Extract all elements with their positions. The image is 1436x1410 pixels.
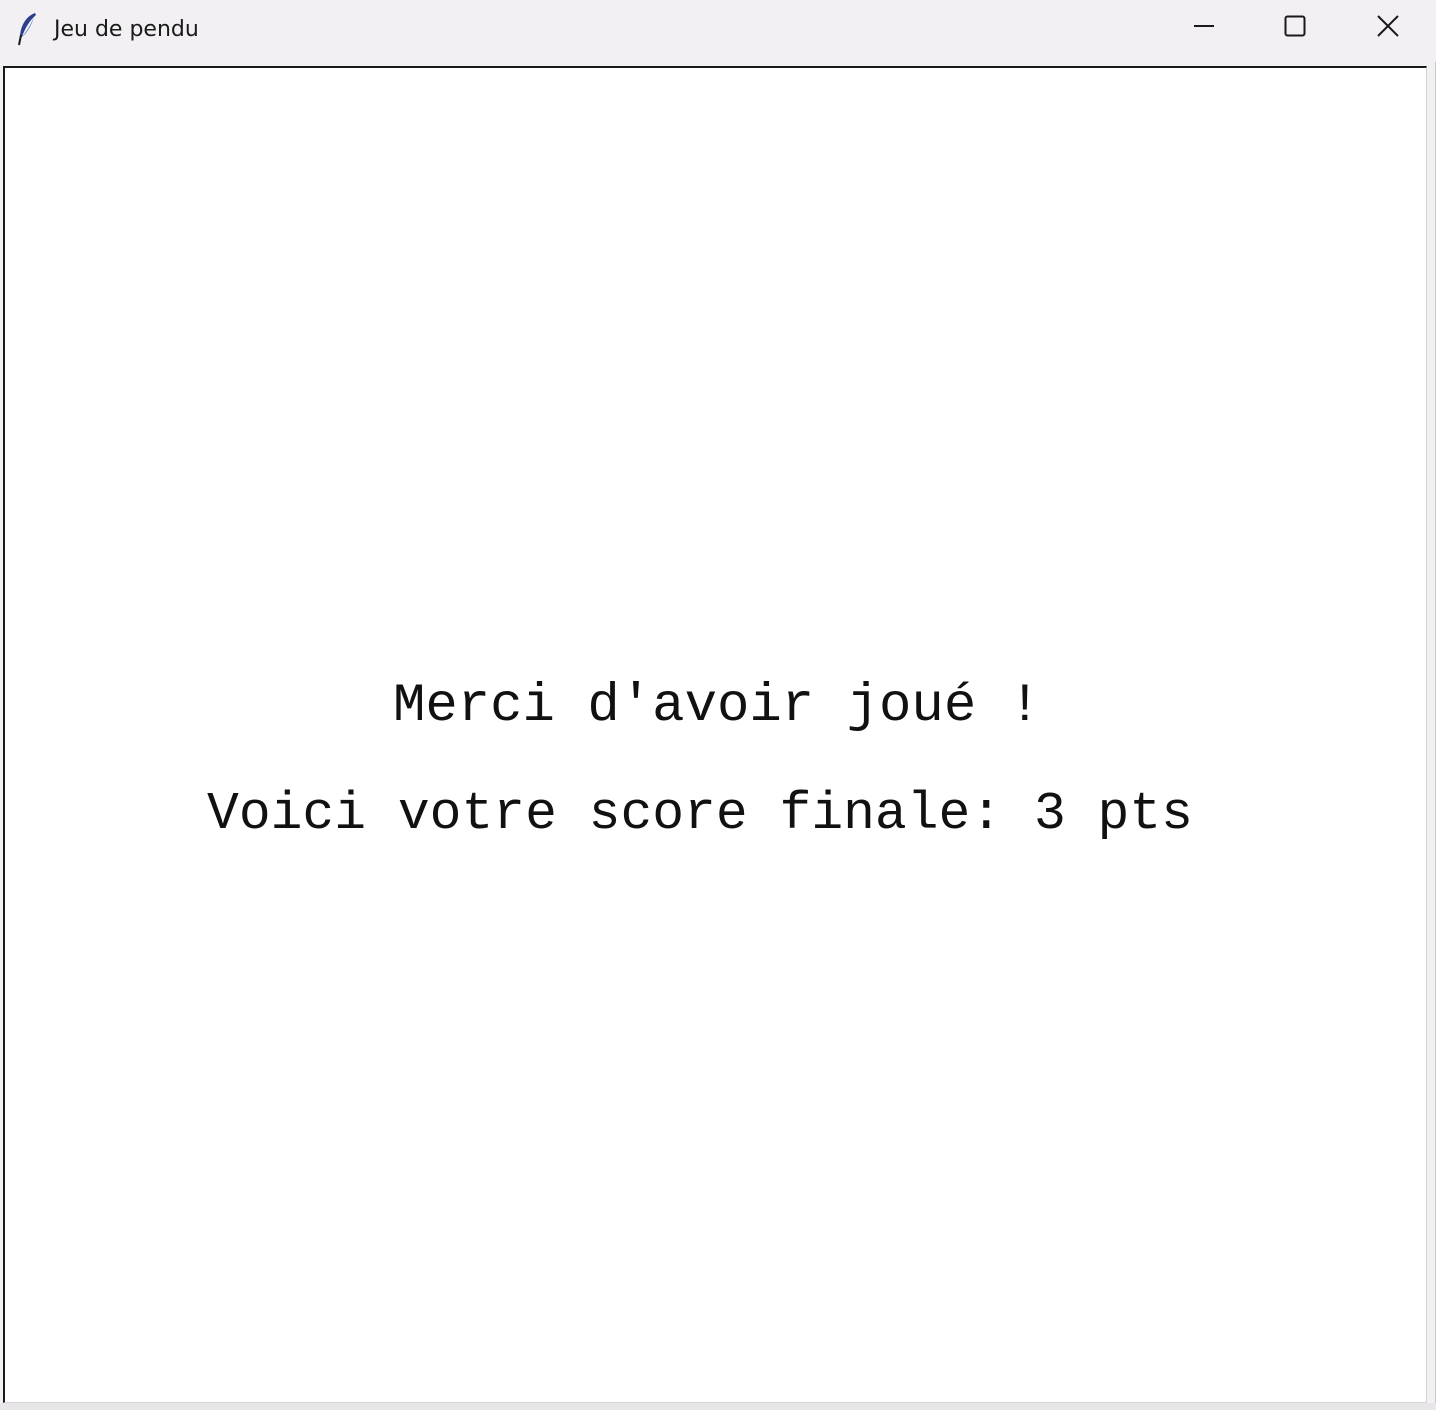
- title-bar[interactable]: Jeu de pendu: [0, 0, 1436, 62]
- close-button[interactable]: [1342, 0, 1434, 56]
- minimize-icon: [1192, 14, 1216, 43]
- game-canvas[interactable]: Merci d'avoir joué ! Voici votre score f…: [3, 66, 1427, 1403]
- feather-icon: [16, 12, 38, 46]
- close-icon: [1376, 14, 1400, 43]
- window-title: Jeu de pendu: [54, 17, 199, 42]
- maximize-button[interactable]: [1249, 0, 1341, 56]
- thanks-message: Merci d'avoir joué !: [392, 676, 1042, 737]
- minimize-button[interactable]: [1158, 0, 1250, 56]
- window-bottom-edge: [0, 1403, 1436, 1410]
- maximize-icon: [1283, 14, 1307, 43]
- final-score-text: Voici votre score finale: 3 pts: [207, 784, 1193, 844]
- app-window: Jeu de pendu Merci d'avoir joué ! Voici …: [0, 0, 1436, 1410]
